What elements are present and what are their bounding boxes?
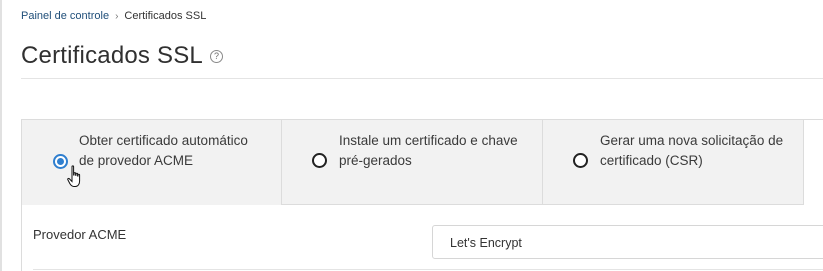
ssl-certificate-panel: Obter certificado automático de provedor… <box>21 119 823 271</box>
acme-provider-label: Provedor ACME <box>33 227 127 242</box>
acme-provider-row: Provedor ACME Let's Encrypt <box>22 205 823 271</box>
page-title: Certificados SSL <box>21 42 203 69</box>
breadcrumb-home-link[interactable]: Painel de controle <box>21 10 109 22</box>
help-icon[interactable]: ? <box>209 49 223 63</box>
title-divider <box>21 78 823 79</box>
radio-generate-csr[interactable] <box>573 153 588 168</box>
tab-generate-csr-label: Gerar uma nova solicitação de certificad… <box>600 133 784 168</box>
field-divider <box>33 269 823 270</box>
window-left-edge <box>0 0 2 271</box>
tab-generate-csr[interactable]: Gerar uma nova solicitação de certificad… <box>543 120 804 205</box>
tab-acme-automatic-label: Obter certificado automático de provedor… <box>79 133 248 168</box>
radio-acme-automatic[interactable] <box>53 154 68 169</box>
radio-install-pregenerated[interactable] <box>312 153 327 168</box>
hand-pointer-icon <box>67 165 81 187</box>
breadcrumb-separator: › <box>115 10 119 22</box>
acme-provider-select[interactable]: Let's Encrypt <box>432 225 823 259</box>
tab-acme-automatic[interactable]: Obter certificado automático de provedor… <box>22 120 282 205</box>
breadcrumb-current: Certificados SSL <box>124 10 207 22</box>
certificate-method-tabs: Obter certificado automático de provedor… <box>22 120 823 205</box>
breadcrumb: Painel de controle › Certificados SSL <box>21 10 206 22</box>
page-header: Certificados SSL ? <box>21 42 223 70</box>
tab-install-pregenerated-label: Instale um certificado e chave pré-gerad… <box>339 133 518 168</box>
tab-install-pregenerated[interactable]: Instale um certificado e chave pré-gerad… <box>282 120 543 205</box>
